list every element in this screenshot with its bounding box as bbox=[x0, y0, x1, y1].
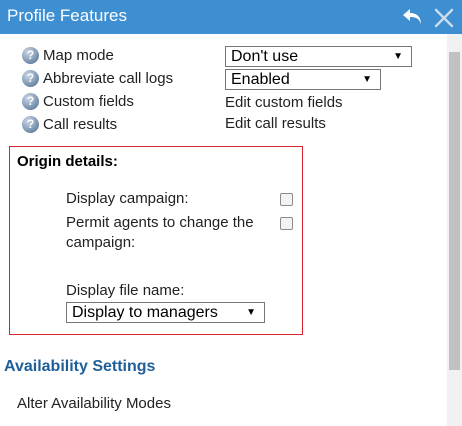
permit-change-label-line2: campaign: bbox=[66, 234, 136, 251]
origin-details-title: Origin details: bbox=[17, 153, 118, 170]
edit-call-results-link[interactable]: Edit call results bbox=[225, 115, 326, 132]
title-bar: Profile Features bbox=[0, 0, 462, 34]
content-panel: ? Map mode Don't use ▼ ? Abbreviate call… bbox=[0, 34, 447, 426]
map-mode-select[interactable]: Don't use ▼ bbox=[225, 46, 412, 67]
setting-row-call-results: ? Call results bbox=[22, 115, 222, 137]
setting-label: Call results bbox=[43, 116, 118, 133]
help-icon[interactable]: ? bbox=[22, 116, 39, 133]
scrollbar-thumb[interactable] bbox=[449, 52, 460, 370]
display-file-name-label: Display file name: bbox=[66, 282, 185, 299]
setting-label: Map mode bbox=[43, 47, 114, 64]
dropdown-arrow-icon: ▼ bbox=[362, 74, 372, 85]
permit-change-label-line1: Permit agents to change the bbox=[66, 214, 254, 231]
abbreviate-call-logs-select[interactable]: Enabled ▼ bbox=[225, 69, 381, 90]
display-campaign-label: Display campaign: bbox=[66, 190, 189, 207]
select-value: Display to managers bbox=[72, 304, 218, 321]
dropdown-arrow-icon: ▼ bbox=[246, 307, 256, 318]
window-title: Profile Features bbox=[7, 6, 127, 25]
dropdown-arrow-icon: ▼ bbox=[393, 51, 403, 62]
setting-label: Abbreviate call logs bbox=[43, 70, 174, 87]
help-icon[interactable]: ? bbox=[22, 70, 39, 87]
edit-custom-fields-link[interactable]: Edit custom fields bbox=[225, 94, 343, 111]
setting-label: Custom fields bbox=[43, 93, 134, 110]
help-icon[interactable]: ? bbox=[22, 93, 39, 110]
setting-row-map-mode: ? Map mode bbox=[22, 46, 222, 68]
close-icon[interactable] bbox=[433, 7, 455, 29]
undo-icon[interactable] bbox=[401, 5, 425, 29]
alter-availability-modes-link[interactable]: Alter Availability Modes bbox=[17, 395, 171, 412]
display-file-name-select[interactable]: Display to managers ▼ bbox=[66, 302, 265, 323]
display-campaign-checkbox[interactable] bbox=[280, 193, 293, 206]
select-value: Don't use bbox=[231, 48, 299, 65]
select-value: Enabled bbox=[231, 71, 290, 88]
help-icon[interactable]: ? bbox=[22, 47, 39, 64]
setting-row-abbreviate-call-logs: ? Abbreviate call logs bbox=[22, 69, 222, 91]
availability-settings-heading: Availability Settings bbox=[4, 358, 156, 375]
setting-row-custom-fields: ? Custom fields bbox=[22, 92, 222, 114]
permit-change-checkbox[interactable] bbox=[280, 217, 293, 230]
